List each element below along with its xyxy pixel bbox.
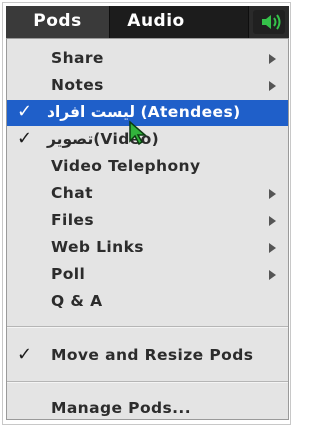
menu-item-label: Q & A bbox=[51, 292, 103, 310]
menu-divider bbox=[7, 326, 288, 328]
menu-divider bbox=[7, 381, 288, 383]
menu-item-label: Poll bbox=[51, 265, 86, 283]
menu-item-label: Move and Resize Pods bbox=[51, 346, 254, 364]
menu-item-label: Web Links bbox=[51, 238, 144, 256]
submenu-arrow-icon bbox=[269, 216, 276, 226]
menubar: Pods Audio bbox=[6, 6, 289, 38]
menu-pods[interactable]: Pods bbox=[6, 6, 110, 38]
menu-item-label: Notes bbox=[51, 76, 104, 94]
submenu-arrow-icon bbox=[269, 81, 276, 91]
checkmark-icon: ✓ bbox=[17, 101, 33, 122]
menu-item-manage-pods[interactable]: Manage Pods... bbox=[7, 396, 288, 422]
menu-item-web-links[interactable]: Web Links bbox=[7, 235, 288, 261]
speaker-button[interactable] bbox=[248, 6, 289, 38]
menu-item-label: لیست افراد (Atendees) bbox=[47, 103, 241, 121]
checkmark-icon: ✓ bbox=[17, 344, 33, 365]
submenu-arrow-icon bbox=[269, 54, 276, 64]
submenu-arrow-icon bbox=[269, 243, 276, 253]
menu-audio[interactable]: Audio bbox=[110, 6, 202, 38]
menu-item-share[interactable]: Share bbox=[7, 46, 288, 72]
menu-item-label: Manage Pods... bbox=[51, 399, 191, 417]
menu-item-q-and-a[interactable]: Q & A bbox=[7, 289, 288, 315]
pods-dropdown-menu: Share Notes ✓ لیست افراد (Atendees) ✓ تص… bbox=[6, 38, 289, 420]
menu-item-files[interactable]: Files bbox=[7, 208, 288, 234]
pointer-cursor-icon bbox=[129, 120, 148, 146]
menu-item-chat[interactable]: Chat bbox=[7, 181, 288, 207]
menu-item-label: Share bbox=[51, 49, 104, 67]
menu-item-label: Video Telephony bbox=[51, 157, 201, 175]
speaker-volume-icon bbox=[253, 10, 285, 34]
menu-item-poll[interactable]: Poll bbox=[7, 262, 288, 288]
menu-item-move-resize-pods[interactable]: ✓ Move and Resize Pods bbox=[7, 343, 288, 369]
submenu-arrow-icon bbox=[269, 270, 276, 280]
menu-item-label: Files bbox=[51, 211, 94, 229]
menu-item-video-telephony[interactable]: Video Telephony bbox=[7, 154, 288, 180]
checkmark-icon: ✓ bbox=[17, 128, 33, 149]
menu-item-notes[interactable]: Notes bbox=[7, 73, 288, 99]
submenu-arrow-icon bbox=[269, 189, 276, 199]
menu-item-label: Chat bbox=[51, 184, 93, 202]
